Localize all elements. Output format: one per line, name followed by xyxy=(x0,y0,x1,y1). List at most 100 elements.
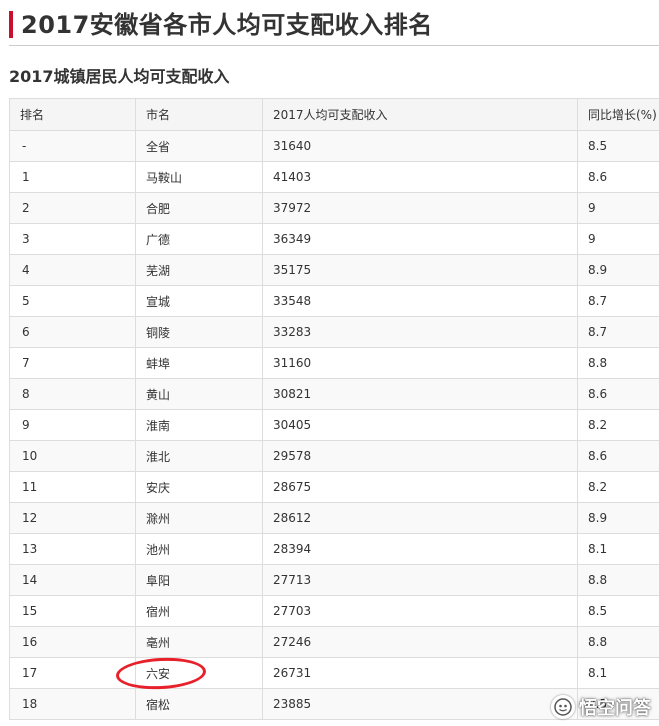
table-body: - 全省 31640 8.5 1 马鞍山 41403 8.6 2 合肥 37972 9 3 广德 36349… xyxy=(9,130,659,720)
table-row: 7 蚌埠 31160 8.8 xyxy=(9,347,659,379)
income-ranking-table: 排名 市名 2017人均可支配收入 同比增长(%) - 全省 31640 8.5 1 马鞍… xyxy=(9,98,659,720)
header-income: 2017人均可支配收入 xyxy=(262,98,578,131)
cell-income: 33548 xyxy=(262,285,578,317)
watermark: 悟空问答 xyxy=(551,694,651,720)
cell-rank: 14 xyxy=(9,564,136,596)
page-header: 2017安徽省各市人均可支配收入排名 xyxy=(9,8,649,42)
cell-rank: 1 xyxy=(9,161,136,193)
table-row: 3 广德 36349 9 xyxy=(9,223,659,255)
title-accent-bar xyxy=(9,11,13,38)
cell-rank: 10 xyxy=(9,440,136,472)
cell-income: 35175 xyxy=(262,254,578,286)
table-row: 17 六安 26731 8.1 xyxy=(9,657,659,689)
cell-city: 芜湖 xyxy=(135,254,263,286)
cell-city: 池州 xyxy=(135,533,263,565)
cell-city: 淮南 xyxy=(135,409,263,441)
table-header-row: 排名 市名 2017人均可支配收入 同比增长(%) xyxy=(9,98,659,131)
cell-city: 合肥 xyxy=(135,192,263,224)
table-row: 15 宿州 27703 8.5 xyxy=(9,595,659,627)
section-heading: 2017城镇居民人均可支配收入 xyxy=(9,67,230,86)
cell-growth: 8.1 xyxy=(577,657,659,689)
cell-growth: 9 xyxy=(577,223,659,255)
cell-rank: 11 xyxy=(9,471,136,503)
table-row: 4 芜湖 35175 8.9 xyxy=(9,254,659,286)
cell-city: 黄山 xyxy=(135,378,263,410)
cell-income: 23885 xyxy=(262,688,578,720)
table-row: 12 滁州 28612 8.9 xyxy=(9,502,659,534)
cell-income: 33283 xyxy=(262,316,578,348)
cell-income: 29578 xyxy=(262,440,578,472)
table-row: 10 淮北 29578 8.6 xyxy=(9,440,659,472)
cell-city: 安庆 xyxy=(135,471,263,503)
cell-income: 28675 xyxy=(262,471,578,503)
cell-rank: 13 xyxy=(9,533,136,565)
table-row: 16 亳州 27246 8.8 xyxy=(9,626,659,658)
cell-rank: 9 xyxy=(9,409,136,441)
cell-city: 淮北 xyxy=(135,440,263,472)
cell-growth: 8.7 xyxy=(577,316,659,348)
cell-city: 全省 xyxy=(135,130,263,162)
cell-city: 阜阳 xyxy=(135,564,263,596)
table-row: 1 马鞍山 41403 8.6 xyxy=(9,161,659,193)
cell-rank: 5 xyxy=(9,285,136,317)
cell-growth: 8.7 xyxy=(577,285,659,317)
cell-city: 宣城 xyxy=(135,285,263,317)
cell-growth: 8.6 xyxy=(577,161,659,193)
cell-city: 宿州 xyxy=(135,595,263,627)
cell-rank: 3 xyxy=(9,223,136,255)
watermark-text: 悟空问答 xyxy=(579,698,651,719)
page-title: 2017安徽省各市人均可支配收入排名 xyxy=(21,11,433,39)
cell-income: 36349 xyxy=(262,223,578,255)
cell-growth: 8.2 xyxy=(577,471,659,503)
table-row: 13 池州 28394 8.1 xyxy=(9,533,659,565)
cell-rank: 4 xyxy=(9,254,136,286)
table-row: 8 黄山 30821 8.6 xyxy=(9,378,659,410)
cell-city: 马鞍山 xyxy=(135,161,263,193)
cell-rank: 17 xyxy=(9,657,136,689)
income-table-container: 排名 市名 2017人均可支配收入 同比增长(%) - 全省 31640 8.5 1 马鞍… xyxy=(9,98,659,720)
cell-growth: 8.5 xyxy=(577,130,659,162)
cell-city: 滁州 xyxy=(135,502,263,534)
cell-income: 27246 xyxy=(262,626,578,658)
wukong-logo-icon xyxy=(551,695,575,719)
cell-income: 41403 xyxy=(262,161,578,193)
cell-income: 31160 xyxy=(262,347,578,379)
cell-rank: 8 xyxy=(9,378,136,410)
cell-growth: 8.6 xyxy=(577,440,659,472)
cell-city: 宿松 xyxy=(135,688,263,720)
cell-income: 27703 xyxy=(262,595,578,627)
cell-city: 蚌埠 xyxy=(135,347,263,379)
cell-city: 广德 xyxy=(135,223,263,255)
cell-rank: 2 xyxy=(9,192,136,224)
cell-rank: 6 xyxy=(9,316,136,348)
cell-growth: 8.5 xyxy=(577,595,659,627)
title-divider xyxy=(9,45,659,46)
table-row: 9 淮南 30405 8.2 xyxy=(9,409,659,441)
cell-growth: 8.6 xyxy=(577,378,659,410)
table-row: 11 安庆 28675 8.2 xyxy=(9,471,659,503)
header-city: 市名 xyxy=(135,98,263,131)
cell-growth: 8.1 xyxy=(577,533,659,565)
cell-growth: 9 xyxy=(577,192,659,224)
cell-rank: - xyxy=(9,130,136,162)
cell-rank: 7 xyxy=(9,347,136,379)
cell-growth: 8.2 xyxy=(577,409,659,441)
header-rank: 排名 xyxy=(9,98,136,131)
cell-growth: 8.9 xyxy=(577,254,659,286)
cell-rank: 15 xyxy=(9,595,136,627)
cell-income: 28612 xyxy=(262,502,578,534)
cell-city: 亳州 xyxy=(135,626,263,658)
cell-rank: 18 xyxy=(9,688,136,720)
table-row: - 全省 31640 8.5 xyxy=(9,130,659,162)
cell-city: 铜陵 xyxy=(135,316,263,348)
table-row: 14 阜阳 27713 8.8 xyxy=(9,564,659,596)
table-row: 5 宣城 33548 8.7 xyxy=(9,285,659,317)
cell-income: 37972 xyxy=(262,192,578,224)
cell-income: 26731 xyxy=(262,657,578,689)
cell-growth: 8.9 xyxy=(577,502,659,534)
cell-income: 28394 xyxy=(262,533,578,565)
cell-income: 30821 xyxy=(262,378,578,410)
cell-growth: 8.8 xyxy=(577,347,659,379)
cell-rank: 12 xyxy=(9,502,136,534)
cell-rank: 16 xyxy=(9,626,136,658)
